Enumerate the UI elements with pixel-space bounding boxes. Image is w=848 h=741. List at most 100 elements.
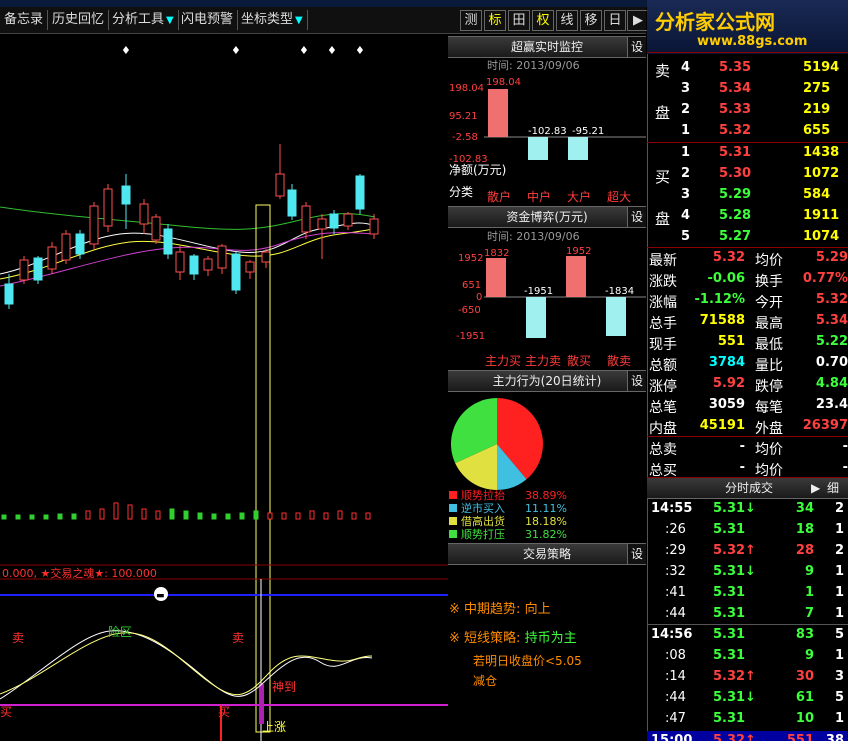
quote-row: 3 5.34 275 <box>681 81 831 96</box>
behavior-legend: 顺势拉抬 38.89% 逆市买入 11.11% 借高出货 18.18% 顺势打压 31.82% <box>449 489 645 541</box>
quote-row: :41 5.31 1 1 <box>665 585 844 600</box>
sell-label-1: 卖 <box>12 631 24 645</box>
quote-row: 盘 <box>655 210 671 228</box>
quote-row: 5 5.27 1074 <box>681 229 840 244</box>
quote-row: 总额 3784 量比 0.70 <box>649 355 848 374</box>
kline-chart[interactable]: ♦ ♦ ♦ ♦ ♦ 0.000, ★交易之魂★: 100.000 ▬ 卖 卖 险… <box>0 34 448 741</box>
buy-label-2: 买 <box>218 705 230 719</box>
mark-3: ♦ <box>299 44 309 57</box>
trend-label: 上涨 <box>262 719 286 734</box>
bar-medium <box>528 137 548 160</box>
short-strategy-row: ※ 短线策略: 持币为主 <box>449 631 577 646</box>
mid-trend-row: ※ 中期趋势: 向上 <box>449 602 551 617</box>
legend-item: 逆市买入 11.11% <box>449 502 645 515</box>
quote-row: :26 5.31 18 1 <box>665 522 844 537</box>
quote-row: 总笔 3059 每笔 23.4 <box>649 397 848 416</box>
main-behavior-title: 主力行为(20日统计) 设 <box>448 370 646 392</box>
svg-text:-102.83: -102.83 <box>528 126 567 137</box>
mark-1: ♦ <box>121 44 131 57</box>
strategy-note-1: 若明日收盘价<5.05 <box>473 654 582 668</box>
quote-row: 卖 <box>655 62 671 80</box>
quote-row: :47 5.31 10 1 <box>665 711 844 726</box>
settings-button[interactable]: 设 <box>627 544 646 564</box>
fund-game-title: 资金博弈(万元) 设 <box>448 206 646 228</box>
svg-text:651: 651 <box>462 280 481 291</box>
quote-row: 3 5.29 584 <box>681 187 831 202</box>
legend-item: 顺势打压 31.82% <box>449 528 645 541</box>
play-icon: ▶ <box>811 481 821 495</box>
behavior-pie-chart <box>451 398 543 490</box>
analysis-tools-button[interactable]: 分析工具 ▼ <box>108 10 179 30</box>
svg-text:1832: 1832 <box>484 248 509 259</box>
super-bar-chart: 198.04 95.21 -2.58 -102.83 198.04 -102.8… <box>449 77 646 165</box>
quote-row: 1 5.32 655 <box>681 123 831 138</box>
svg-text:-1951: -1951 <box>456 331 485 342</box>
settings-button[interactable]: 设 <box>627 207 646 227</box>
quote-row: 总买 - 均价 - <box>649 460 848 479</box>
grid-button[interactable]: 田 <box>508 10 530 31</box>
chevron-down-icon[interactable]: ▼ <box>166 15 174 26</box>
ticks-header: 分时成交 ▶ 细 <box>647 477 848 499</box>
toolbar: 备忘录 历史回忆 分析工具 ▼ 闪电预警 坐标类型 ▼ 测 标 田 权 线 移 日 … <box>0 7 649 34</box>
measure-button[interactable]: 测 <box>460 10 482 31</box>
quote-row: 最新 5.32 均价 5.29 <box>649 250 848 269</box>
svg-text:-1834: -1834 <box>605 286 634 297</box>
quote-row: 1 5.31 1438 <box>681 145 840 160</box>
danger-zone-label: 险区 <box>108 624 132 639</box>
quote-row: 15:00 5.32 ↑ 551 38 <box>647 731 848 741</box>
quote-row: 涨幅 -1.12% 今开 5.32 <box>649 292 848 311</box>
quote-row: :14 5.32 ↑ 30 3 <box>665 669 844 684</box>
flash-alert-button[interactable]: 闪电预警 <box>177 10 239 30</box>
strategy-note-2: 减仓 <box>473 674 498 688</box>
svg-text:-95.21: -95.21 <box>572 126 604 137</box>
quote-row: :32 5.31 ↓ 9 1 <box>665 564 844 579</box>
fund-bar-chart: 1952 651 0 -650 -1951 1832 -1951 1952 -1… <box>456 246 646 342</box>
class-label: 分类 <box>449 185 474 199</box>
svg-text:198.04: 198.04 <box>449 83 484 94</box>
rights-button[interactable]: 权 <box>532 10 554 31</box>
mark-4: ♦ <box>327 44 337 57</box>
move-button[interactable]: 移 <box>580 10 602 31</box>
quote-row: 涨停 5.92 跌停 4.84 <box>649 376 848 395</box>
quote-row: :29 5.32 ↑ 28 2 <box>665 543 844 558</box>
memo-button[interactable]: 备忘录 <box>0 10 49 30</box>
line-button[interactable]: 线 <box>556 10 578 31</box>
quote-row: 买 <box>655 168 671 186</box>
legend-item: 借高出货 18.18% <box>449 515 645 528</box>
svg-text:▬: ▬ <box>156 591 165 601</box>
day-button[interactable]: 日 <box>604 10 626 31</box>
svg-text:95.21: 95.21 <box>449 111 478 122</box>
highlight-box <box>255 204 271 733</box>
buy-label-1: 买 <box>0 705 12 719</box>
quote-row: :08 5.31 9 1 <box>665 648 844 663</box>
settings-button[interactable]: 设 <box>627 371 646 391</box>
super-monitor-title: 超赢实时监控 设 <box>448 36 646 58</box>
history-button[interactable]: 历史回忆 <box>48 10 110 30</box>
quote-row: 总卖 - 均价 - <box>649 439 848 458</box>
settings-button[interactable]: 设 <box>627 37 646 57</box>
bar-large <box>568 137 588 160</box>
quote-row: 涨跌 -0.06 换手 0.77% <box>649 271 848 290</box>
net-label: 净额(万元) <box>449 163 507 177</box>
next-button[interactable]: ▶ <box>627 10 649 31</box>
quote-row: 现手 551 最低 5.22 <box>649 334 848 353</box>
chevron-down-icon[interactable]: ▼ <box>295 15 303 26</box>
quote-row: :44 5.31 7 1 <box>665 606 844 621</box>
svg-text:1952: 1952 <box>458 253 483 264</box>
site-logo: 分析家公式网 www.88gs.com <box>647 0 848 54</box>
candles <box>4 144 379 309</box>
quote-row: 总手 71588 最高 5.34 <box>649 313 848 332</box>
bar-retail <box>488 89 508 137</box>
svg-text:-2.58: -2.58 <box>452 132 478 143</box>
svg-text:0: 0 <box>476 292 482 303</box>
sell-label-2: 卖 <box>232 631 244 645</box>
svg-text:-1951: -1951 <box>524 286 553 297</box>
svg-text:1952: 1952 <box>566 246 591 257</box>
god-label: 神到 <box>272 680 296 694</box>
indicator-title: 0.000, ★交易之魂★: 100.000 <box>2 566 157 580</box>
quote-row: 14:55 5.31 ↓ 34 2 <box>651 501 844 516</box>
quote-row: :44 5.31 ↓ 61 5 <box>665 690 844 705</box>
coord-type-button[interactable]: 坐标类型 ▼ <box>237 10 308 30</box>
volume-bars <box>1 502 371 520</box>
mark-button[interactable]: 标 <box>484 10 506 31</box>
